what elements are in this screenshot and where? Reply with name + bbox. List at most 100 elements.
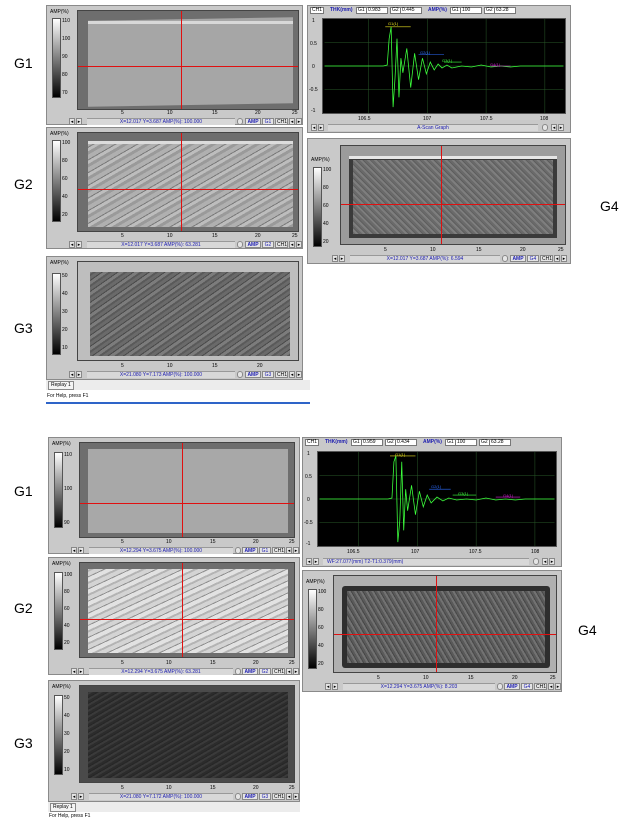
gate-marker: G2(1) bbox=[420, 50, 431, 55]
prev-icon[interactable]: ◂ bbox=[289, 118, 295, 125]
next-icon[interactable]: ▸ bbox=[561, 255, 567, 262]
tab-replay-1[interactable]: Replay 1 bbox=[50, 803, 76, 812]
scroll-right-icon[interactable]: ▸ bbox=[78, 793, 84, 800]
next-icon[interactable]: ▸ bbox=[296, 371, 302, 378]
channel-button[interactable]: CH1 bbox=[540, 255, 553, 262]
prev-icon[interactable]: ◂ bbox=[289, 241, 295, 248]
amp-button[interactable]: AMP bbox=[510, 255, 526, 262]
prev-icon[interactable]: ◂ bbox=[548, 683, 554, 690]
colorbar-tick: 10 bbox=[62, 345, 68, 351]
colorbar bbox=[52, 273, 61, 355]
scroll-right-icon[interactable]: ▸ bbox=[318, 124, 324, 131]
status-readout: X=12.294 Y=3.675 AMP(%): 100.000 bbox=[89, 547, 233, 554]
next-icon[interactable]: ▸ bbox=[293, 668, 299, 675]
amp-button[interactable]: AMP bbox=[504, 683, 520, 690]
next-icon[interactable]: ▸ bbox=[293, 793, 299, 800]
next-icon[interactable]: ▸ bbox=[293, 547, 299, 554]
label-g4: G4 bbox=[578, 622, 597, 638]
prev-icon[interactable]: ◂ bbox=[289, 371, 295, 378]
ascan-waveform-plot[interactable] bbox=[322, 18, 566, 114]
crosshair-vertical bbox=[181, 133, 182, 231]
channel-button[interactable]: CH1 bbox=[275, 371, 288, 378]
amp-button[interactable]: AMP bbox=[242, 793, 258, 800]
gate-button[interactable]: G4 bbox=[527, 255, 539, 262]
cscan-image[interactable] bbox=[77, 261, 299, 361]
scroll-right-icon[interactable]: ▸ bbox=[76, 241, 82, 248]
cursor-icon[interactable] bbox=[237, 118, 243, 125]
cursor-icon[interactable] bbox=[235, 547, 241, 554]
next-icon[interactable]: ▸ bbox=[296, 118, 302, 125]
cscan-image[interactable] bbox=[79, 562, 295, 658]
ascan-panel: CH1 THK(mm) G1 0.983 G2 0.445 AMP(%) G1 … bbox=[307, 5, 571, 133]
tab-replay-1[interactable]: Replay 1 bbox=[48, 381, 74, 390]
scroll-left-icon[interactable]: ◂ bbox=[71, 668, 77, 675]
cursor-icon[interactable] bbox=[235, 668, 241, 675]
gate-button[interactable]: G3 bbox=[262, 371, 274, 378]
scroll-right-icon[interactable]: ▸ bbox=[78, 547, 84, 554]
scroll-left-icon[interactable]: ◂ bbox=[71, 547, 77, 554]
next-icon[interactable]: ▸ bbox=[549, 558, 555, 565]
gate-button[interactable]: G1 bbox=[262, 118, 274, 125]
x-tick: 5 bbox=[121, 539, 124, 545]
prev-icon[interactable]: ◂ bbox=[554, 255, 560, 262]
next-icon[interactable]: ▸ bbox=[555, 683, 561, 690]
next-icon[interactable]: ▸ bbox=[558, 124, 564, 131]
scroll-left-icon[interactable]: ◂ bbox=[69, 371, 75, 378]
scroll-right-icon[interactable]: ▸ bbox=[313, 558, 319, 565]
ascan-waveform-plot[interactable] bbox=[317, 451, 557, 547]
amp-button[interactable]: AMP bbox=[245, 118, 261, 125]
cscan-image[interactable] bbox=[79, 685, 295, 783]
channel-button[interactable]: CH1 bbox=[272, 668, 285, 675]
cursor-icon[interactable] bbox=[533, 558, 539, 565]
x-tick: 15 bbox=[210, 785, 216, 791]
cscan-image[interactable] bbox=[79, 442, 295, 538]
gate-button[interactable]: G3 bbox=[259, 793, 271, 800]
scroll-left-icon[interactable]: ◂ bbox=[306, 558, 312, 565]
scroll-right-icon[interactable]: ▸ bbox=[76, 371, 82, 378]
channel-button[interactable]: CH1 bbox=[534, 683, 547, 690]
channel-button[interactable]: CH1 bbox=[275, 118, 288, 125]
channel-button[interactable]: CH1 bbox=[275, 241, 288, 248]
cursor-icon[interactable] bbox=[237, 371, 243, 378]
next-icon[interactable]: ▸ bbox=[296, 241, 302, 248]
scroll-left-icon[interactable]: ◂ bbox=[311, 124, 317, 131]
scroll-right-icon[interactable]: ▸ bbox=[78, 668, 84, 675]
colorbar-tick: 20 bbox=[64, 640, 70, 646]
channel-button[interactable]: CH1 bbox=[272, 793, 285, 800]
scroll-left-icon[interactable]: ◂ bbox=[71, 793, 77, 800]
scroll-left-icon[interactable]: ◂ bbox=[69, 118, 75, 125]
scroll-right-icon[interactable]: ▸ bbox=[76, 118, 82, 125]
scroll-left-icon[interactable]: ◂ bbox=[325, 683, 331, 690]
scroll-left-icon[interactable]: ◂ bbox=[69, 241, 75, 248]
gate-button[interactable]: G1 bbox=[259, 547, 271, 554]
cursor-icon[interactable] bbox=[497, 683, 503, 690]
prev-icon[interactable]: ◂ bbox=[551, 124, 557, 131]
prev-icon[interactable]: ◂ bbox=[542, 558, 548, 565]
amp-button[interactable]: AMP bbox=[245, 371, 261, 378]
gate2-thickness: 0.434 bbox=[395, 439, 417, 446]
cscan-panel-g1: AMP(%) 110 100 90 80 70 5 10 15 20 25 ◂ … bbox=[46, 5, 303, 125]
cscan-image[interactable] bbox=[333, 575, 557, 673]
cscan-image[interactable] bbox=[77, 10, 299, 110]
amp-button[interactable]: AMP bbox=[242, 668, 258, 675]
cursor-icon[interactable] bbox=[235, 793, 241, 800]
scroll-right-icon[interactable]: ▸ bbox=[339, 255, 345, 262]
channel-button[interactable]: CH1 bbox=[272, 547, 285, 554]
gate-button[interactable]: G2 bbox=[259, 668, 271, 675]
cursor-icon[interactable] bbox=[542, 124, 548, 131]
gate1-thickness: 0.959 bbox=[361, 439, 383, 446]
gate-button[interactable]: G2 bbox=[262, 241, 274, 248]
x-tick: 107.5 bbox=[469, 549, 482, 555]
prev-icon[interactable]: ◂ bbox=[286, 547, 292, 554]
prev-icon[interactable]: ◂ bbox=[286, 793, 292, 800]
cursor-icon[interactable] bbox=[237, 241, 243, 248]
amp-button[interactable]: AMP bbox=[242, 547, 258, 554]
cscan-image[interactable] bbox=[77, 132, 299, 232]
cscan-image[interactable] bbox=[340, 145, 566, 245]
scroll-left-icon[interactable]: ◂ bbox=[332, 255, 338, 262]
scroll-right-icon[interactable]: ▸ bbox=[332, 683, 338, 690]
gate-button[interactable]: G4 bbox=[521, 683, 533, 690]
amp-button[interactable]: AMP bbox=[245, 241, 261, 248]
cursor-icon[interactable] bbox=[502, 255, 508, 262]
prev-icon[interactable]: ◂ bbox=[286, 668, 292, 675]
